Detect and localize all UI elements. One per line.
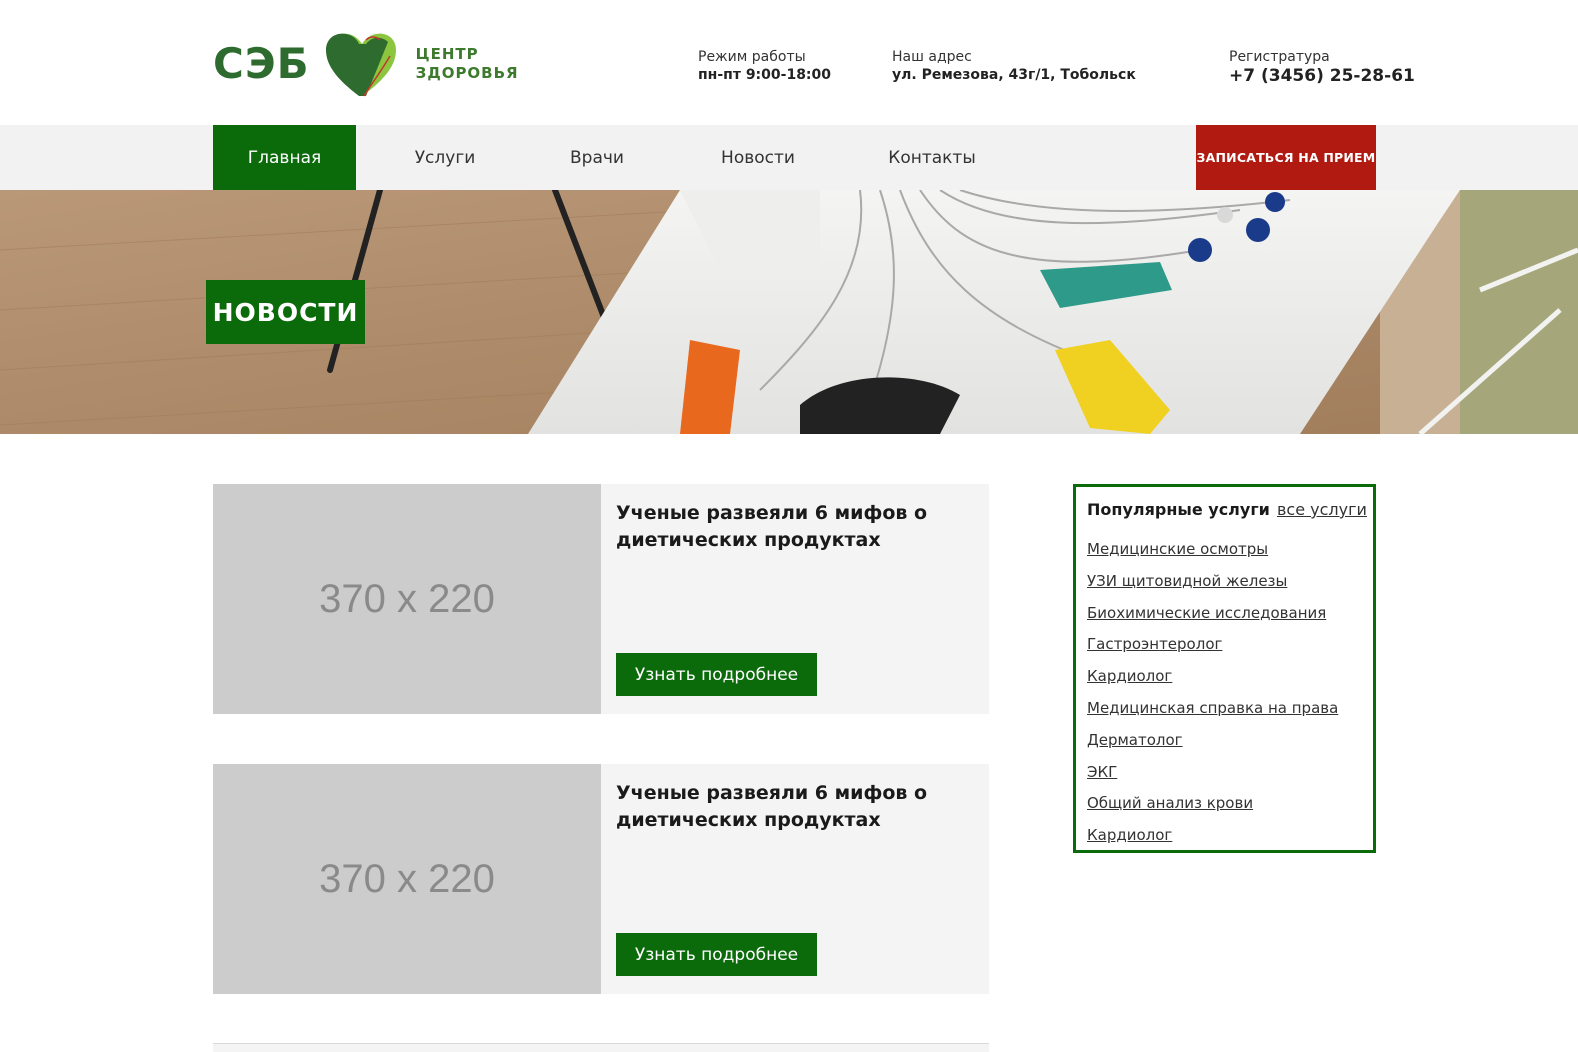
service-link[interactable]: Медицинская справка на права bbox=[1087, 696, 1338, 728]
nav-item-services[interactable]: Услуги bbox=[393, 125, 497, 190]
news-title[interactable]: Ученые развеяли 6 мифов о диетических пр… bbox=[616, 500, 956, 554]
popular-services-title: Популярные услуги bbox=[1087, 500, 1270, 519]
read-more-button[interactable]: Узнать подробнее bbox=[616, 653, 817, 696]
address-label: Наш адрес bbox=[892, 49, 972, 65]
service-link[interactable]: Кардиолог bbox=[1087, 823, 1338, 855]
heart-logo-icon bbox=[325, 33, 396, 97]
phone-number-link[interactable]: +7 (3456) 25-28-61 bbox=[1229, 66, 1415, 86]
all-services-link[interactable]: все услуги bbox=[1277, 500, 1367, 519]
site-header: СЭБ ЦЕНТР ЗДОРОВЬЯ Режим работы пн-пт 9:… bbox=[0, 0, 1578, 125]
service-link[interactable]: Медицинские осмотры bbox=[1087, 537, 1338, 569]
service-link[interactable]: Общий анализ крови bbox=[1087, 791, 1338, 823]
news-image-placeholder[interactable]: 370 x 220 bbox=[213, 764, 601, 994]
news-card: 370 x 220 Ученые развеяли 6 мифов о диет… bbox=[213, 484, 989, 714]
popular-services-header: Популярные услуги все услуги bbox=[1087, 500, 1367, 519]
nav-item-news[interactable]: Новости bbox=[703, 125, 813, 190]
address: Наш адрес ул. Ремезова, 43г/1, Тобольск bbox=[892, 48, 1136, 84]
logo-wordmark: СЭБ bbox=[213, 39, 310, 88]
service-link[interactable]: ЭКГ bbox=[1087, 760, 1338, 792]
service-link[interactable]: Биохимические исследования bbox=[1087, 601, 1338, 633]
read-more-button[interactable]: Узнать подробнее bbox=[616, 933, 817, 976]
news-title[interactable]: Ученые развеяли 6 мифов о диетических пр… bbox=[616, 780, 956, 834]
popular-services-panel: Популярные услуги все услуги Медицинские… bbox=[1073, 484, 1376, 853]
address-value: ул. Ремезова, 43г/1, Тобольск bbox=[892, 67, 1136, 83]
service-link[interactable]: Гастроэнтеролог bbox=[1087, 632, 1338, 664]
nav-item-doctors[interactable]: Врачи bbox=[552, 125, 642, 190]
working-hours: Режим работы пн-пт 9:00-18:00 bbox=[698, 48, 831, 84]
banner-title: НОВОСТИ bbox=[206, 280, 365, 344]
hours-value: пн-пт 9:00-18:00 bbox=[698, 67, 832, 83]
logo-subtitle-line1: ЦЕНТР bbox=[415, 45, 479, 63]
main-navigation: Главная Услуги Врачи Новости Контакты ЗА… bbox=[0, 125, 1578, 190]
popular-services-list: Медицинские осмотры УЗИ щитовидной желез… bbox=[1087, 537, 1338, 855]
news-card-partial bbox=[213, 1043, 989, 1052]
nav-item-contacts[interactable]: Контакты bbox=[873, 125, 991, 190]
nav-item-home[interactable]: Главная bbox=[213, 125, 356, 190]
news-card: 370 x 220 Ученые развеяли 6 мифов о диет… bbox=[213, 764, 989, 994]
logo-subtitle-line2: ЗДОРОВЬЯ bbox=[415, 64, 519, 82]
site-logo[interactable]: СЭБ ЦЕНТР ЗДОРОВЬЯ bbox=[213, 30, 519, 98]
service-link[interactable]: Кардиолог bbox=[1087, 664, 1338, 696]
page-banner: НОВОСТИ bbox=[0, 190, 1578, 434]
hours-label: Режим работы bbox=[698, 49, 806, 65]
registry-phone: Регистратура +7 (3456) 25-28-61 bbox=[1229, 48, 1415, 86]
service-link[interactable]: УЗИ щитовидной железы bbox=[1087, 569, 1338, 601]
book-appointment-button[interactable]: ЗАПИСАТЬСЯ НА ПРИЕМ bbox=[1196, 125, 1376, 190]
service-link[interactable]: Дерматолог bbox=[1087, 728, 1338, 760]
phone-label: Регистратура bbox=[1229, 49, 1330, 65]
news-image-placeholder[interactable]: 370 x 220 bbox=[213, 484, 601, 714]
